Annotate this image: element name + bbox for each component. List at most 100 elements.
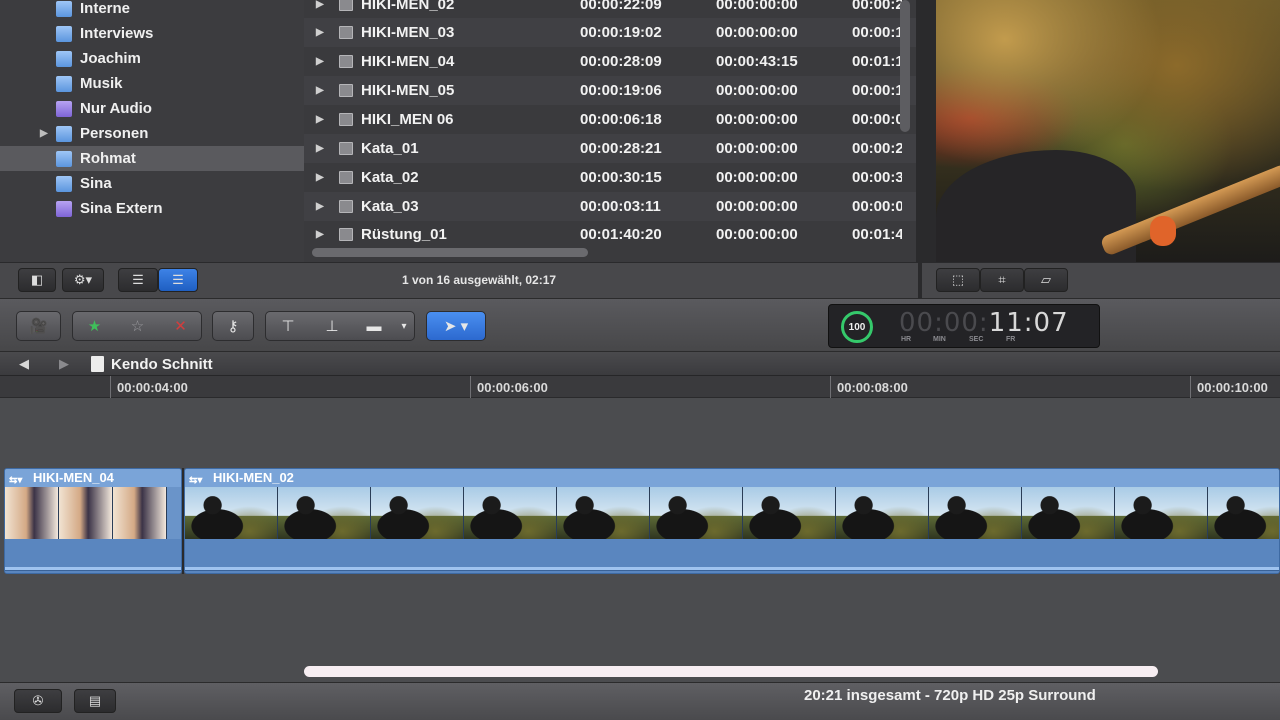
library-item-musik[interactable]: Musik: [0, 71, 304, 96]
keyword-button[interactable]: ⚷: [212, 311, 254, 341]
browser-row[interactable]: ▶ HIKI_MEN 06 00:00:06:18 00:00:00:00 00…: [304, 105, 916, 134]
append-button[interactable]: ▬: [354, 312, 394, 340]
disclosure-triangle-icon[interactable]: ▶: [316, 143, 324, 154]
clip-start: 00:00:43:15: [716, 53, 798, 70]
forward-arrow-icon[interactable]: ▶: [59, 356, 69, 372]
timeline-horizontal-scrollbar[interactable]: [304, 666, 1158, 677]
library-item-joachim[interactable]: Joachim: [0, 46, 304, 71]
filmstrip-view-icon: ☰: [172, 272, 184, 287]
clip-icon: [339, 55, 353, 68]
library-item-interne[interactable]: Interne: [0, 0, 304, 21]
clip-title-bar: ⇆▾ HIKI-MEN_02: [185, 469, 1279, 487]
disclosure-triangle-icon[interactable]: ▶: [316, 85, 324, 96]
browser-row[interactable]: ▶ HIKI-MEN_05 00:00:19:06 00:00:00:00 00…: [304, 76, 916, 105]
clip-thumbnail: [929, 487, 1022, 539]
project-info: 20:21 insgesamt - 720p HD 25p Surround: [804, 687, 1096, 704]
disclosure-triangle-icon[interactable]: ▶: [316, 0, 324, 10]
clip-thumbnail: [59, 487, 113, 539]
timeline-header: ◀ ▶ Kendo Schnitt: [0, 352, 1280, 376]
timeline-area[interactable]: ⇆▾ HIKI-MEN_04 ⇆▾ HIKI-MEN_02: [0, 398, 1280, 682]
clip-duration: 00:01:40:20: [580, 226, 662, 243]
browser-row[interactable]: ▶ Kata_01 00:00:28:21 00:00:00:00 00:00:…: [304, 134, 916, 163]
timeline-ruler[interactable]: 00:00:04:00 00:00:06:00 00:00:08:00 00:0…: [0, 376, 1280, 398]
ruler-tick: [110, 376, 111, 398]
disclosure-triangle-icon[interactable]: ▶: [316, 114, 324, 125]
clip-name: HIKI-MEN_04: [361, 53, 455, 70]
timeline-clip[interactable]: ⇆▾ HIKI-MEN_04: [4, 468, 182, 574]
browser-toolbar: ◧ ⚙▾ ☰ ☰ 1 von 16 ausgewählt, 02:17: [0, 262, 918, 298]
disclosure-triangle-icon[interactable]: ▶: [316, 172, 324, 183]
video-viewer: [936, 0, 1280, 262]
clip-duration: 00:00:28:09: [580, 53, 662, 70]
clip-filmstrip: [5, 487, 181, 539]
browser-row[interactable]: ▶ HIKI-MEN_02 00:00:22:09 00:00:00:00 00…: [304, 0, 916, 19]
reject-button[interactable]: ✕: [159, 312, 202, 340]
library-item-rohmat[interactable]: Rohmat: [0, 146, 304, 171]
filmstrip-view-button[interactable]: ☰: [158, 268, 198, 292]
folder-icon: [56, 75, 72, 92]
folder-icon: [56, 25, 72, 42]
clip-thumbnail: [464, 487, 557, 539]
clip-name: HIKI-MEN_02: [361, 0, 455, 13]
library-item-sina[interactable]: Sina: [0, 171, 304, 196]
browser-row[interactable]: ▶ HIKI-MEN_04 00:00:28:09 00:00:43:15 00…: [304, 47, 916, 76]
ruler-label: 00:00:08:00: [837, 380, 908, 395]
timecode-label-min: MIN: [933, 336, 946, 343]
clip-icon: [339, 113, 353, 126]
timeline-index-button[interactable]: ▤: [74, 689, 116, 713]
back-arrow-icon[interactable]: ◀: [19, 356, 29, 372]
library-item-nur-audio[interactable]: Nur Audio: [0, 96, 304, 121]
favorite-button[interactable]: ★: [73, 312, 116, 340]
smart-collection-icon: [56, 100, 72, 117]
disclosure-triangle-icon[interactable]: ▶: [316, 201, 324, 212]
browser-row[interactable]: ▶ Kata_02 00:00:30:15 00:00:00:00 00:00:…: [304, 163, 916, 192]
edit-point[interactable]: [182, 468, 184, 574]
disclosure-triangle-icon[interactable]: ▶: [40, 128, 48, 139]
clip-name: Kata_02: [361, 169, 419, 186]
clip-duration: 00:00:03:11: [580, 198, 661, 215]
list-view-button[interactable]: ☰: [118, 268, 158, 292]
transform-button[interactable]: ⬚: [936, 268, 980, 292]
browser-row[interactable]: ▶ Kata_03 00:00:03:11 00:00:00:00 00:00:…: [304, 192, 916, 221]
clip-icon: [339, 142, 353, 155]
import-camera-icon: 🎥: [29, 318, 48, 335]
dashboard-timecode[interactable]: 100 00:00:11:07 HR MIN SEC FR: [828, 304, 1100, 348]
timeline-clip[interactable]: ⇆▾ HIKI-MEN_02: [184, 468, 1280, 574]
audio-waveform: [185, 539, 1279, 573]
action-menu-button[interactable]: ⚙▾: [62, 268, 104, 292]
folder-icon: [56, 0, 72, 17]
append-clip-icon: ▬: [366, 317, 382, 335]
browser-row[interactable]: ▶ HIKI-MEN_03 00:00:19:02 00:00:00:00 00…: [304, 18, 916, 47]
library-toggle-button[interactable]: ◧: [18, 268, 56, 292]
disclosure-triangle-icon[interactable]: ▶: [316, 56, 324, 67]
distort-button[interactable]: ▱: [1024, 268, 1068, 292]
edit-options-dropdown[interactable]: ▾: [394, 312, 414, 340]
clip-start: 00:00:00:00: [716, 82, 798, 99]
library-item-personen[interactable]: ▶ Personen: [0, 121, 304, 146]
clip-duration: 00:00:06:18: [580, 111, 662, 128]
insert-button[interactable]: ⊥: [310, 312, 354, 340]
background-task-progress[interactable]: 100: [841, 311, 873, 343]
project-title: Kendo Schnitt: [111, 356, 213, 373]
event-library: Interne Interviews Joachim Musik Nur Aud…: [0, 0, 304, 262]
select-tool-button[interactable]: ➤ ▾: [426, 311, 486, 341]
browser-vertical-scrollbar[interactable]: [900, 0, 910, 132]
ruler-label: 00:00:06:00: [477, 380, 548, 395]
import-button[interactable]: 🎥: [16, 311, 61, 341]
clip-thumbnail: [1208, 487, 1279, 539]
browser-horizontal-scrollbar[interactable]: [312, 248, 588, 257]
disclosure-triangle-icon[interactable]: ▶: [316, 229, 324, 240]
x-icon: ✕: [174, 318, 187, 335]
connect-button[interactable]: ⊤: [266, 312, 310, 340]
crop-button[interactable]: ⌗: [980, 268, 1024, 292]
clip-thumbnail: [743, 487, 836, 539]
clip-appearance-button[interactable]: ✇: [14, 689, 62, 713]
clip-thumbnail: [557, 487, 650, 539]
library-item-label: Interne: [80, 0, 131, 17]
unrate-button[interactable]: ☆: [116, 312, 159, 340]
library-item-sina-extern[interactable]: Sina Extern: [0, 196, 304, 221]
browser-row[interactable]: ▶ Rüstung_01 00:01:40:20 00:00:00:00 00:…: [304, 220, 916, 249]
library-item-interviews[interactable]: Interviews: [0, 21, 304, 46]
crop-icon: ⌗: [998, 272, 1006, 287]
disclosure-triangle-icon[interactable]: ▶: [316, 27, 324, 38]
